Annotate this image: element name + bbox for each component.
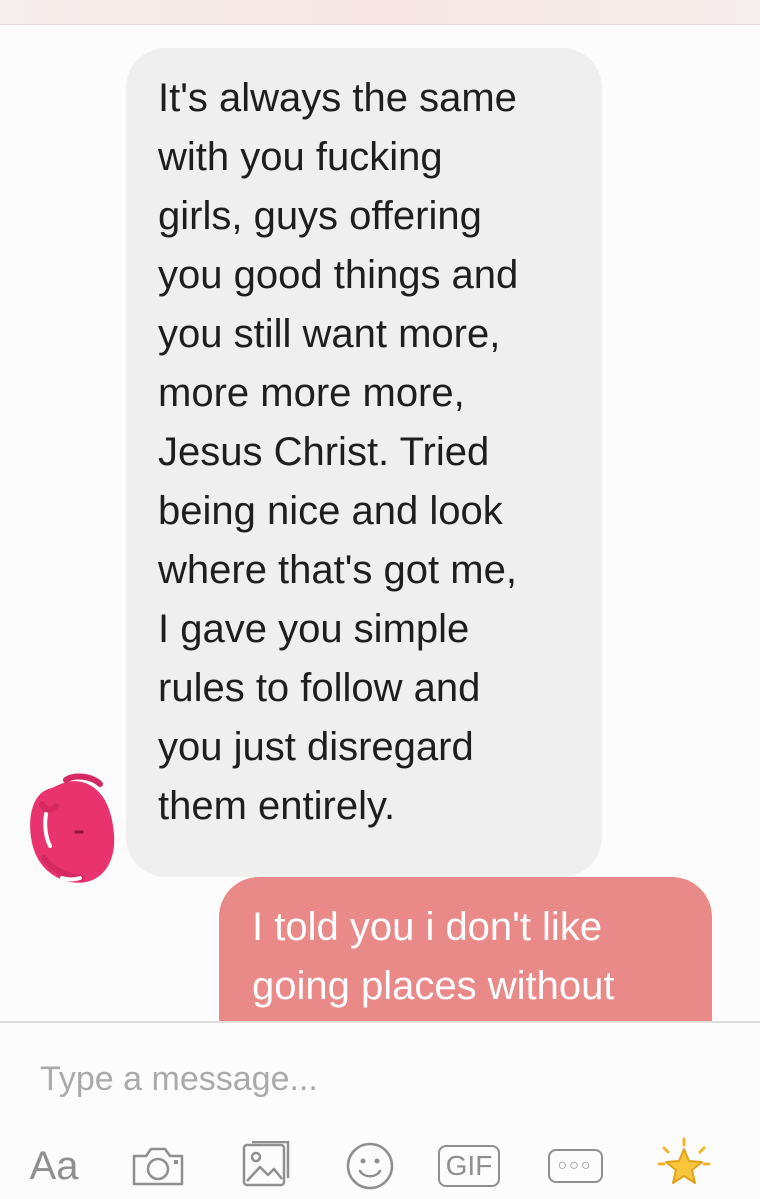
star-button[interactable] [652, 1137, 716, 1194]
incoming-message-text: It's always the same with you fucking gi… [158, 76, 519, 828]
camera-button[interactable] [128, 1138, 188, 1194]
more-options-label: ○○○ [547, 1149, 603, 1183]
outgoing-message-bubble[interactable]: I told you i don't like going places wit… [219, 877, 712, 1021]
camera-icon [132, 1147, 184, 1186]
smiley-icon [346, 1142, 394, 1190]
outgoing-message-text: I told you i don't like going places wit… [252, 905, 615, 1008]
message-input[interactable] [40, 1057, 720, 1101]
message-thread[interactable]: It's always the same with you fucking gi… [0, 24, 760, 1021]
text-format-label: Aa [29, 1143, 79, 1188]
photo-gallery-icon [242, 1141, 290, 1187]
more-options-button[interactable]: ○○○ [544, 1138, 606, 1194]
gif-label: GIF [437, 1145, 501, 1187]
redacted-avatar-scribble [30, 773, 115, 883]
photo-gallery-button[interactable] [236, 1138, 296, 1194]
gif-button[interactable]: GIF [436, 1138, 502, 1194]
text-format-button[interactable]: Aa [24, 1138, 84, 1194]
avatar[interactable] [22, 766, 118, 888]
star-icon [657, 1137, 711, 1184]
emoji-button[interactable] [340, 1138, 400, 1194]
incoming-message-bubble[interactable]: It's always the same with you fucking gi… [126, 48, 602, 877]
message-composer: Aa GIF ○○○ [0, 1021, 760, 1199]
status-bar [0, 0, 760, 25]
